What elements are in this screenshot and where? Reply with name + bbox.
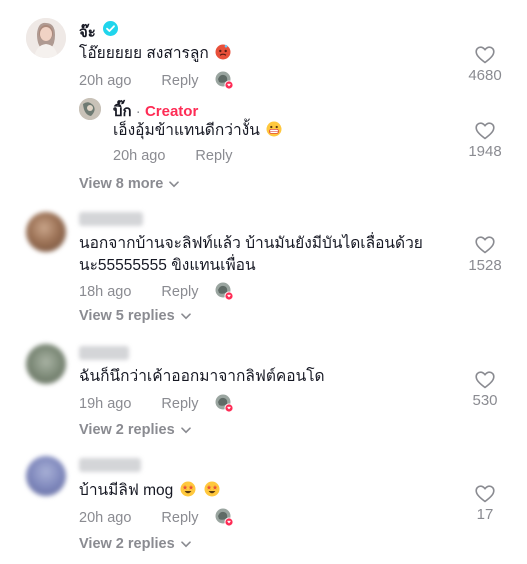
comment-text-line-2: นะ55555555 ขิงแทนเพื่อน <box>79 257 256 274</box>
chevron-down-icon <box>180 426 191 433</box>
creator-liked-avatar-icon <box>215 282 234 301</box>
avatar[interactable] <box>26 18 66 58</box>
heart-icon[interactable] <box>475 371 495 389</box>
view-more-button[interactable]: View 8 more <box>79 176 180 192</box>
avatar[interactable] <box>26 344 66 384</box>
like-area: 1528 <box>455 236 515 274</box>
chevron-down-icon <box>169 180 180 187</box>
avatar-photo-icon <box>26 18 66 58</box>
reply-author[interactable]: บิ๊ก <box>113 103 132 120</box>
comment-2: นอกจากบ้านจะลิฟท์แล้ว บ้านมันยังมีบันไดเ… <box>0 200 527 330</box>
creator-liked-avatar-icon <box>215 394 234 413</box>
view-replies-button[interactable]: View 2 replies <box>79 422 191 438</box>
heart-icon[interactable] <box>475 236 495 254</box>
view-replies-button[interactable]: View 2 replies <box>79 536 191 552</box>
like-area: 530 <box>455 371 515 409</box>
view-replies-label: View 2 replies <box>79 422 175 438</box>
reply-time: 20h ago <box>113 148 166 164</box>
comment-author[interactable]: จ๊ะ <box>79 20 96 44</box>
like-area: 17 <box>455 485 515 523</box>
creator-liked-avatar-icon <box>215 508 234 527</box>
reply-like-area: 1948 <box>455 122 515 160</box>
like-count: 17 <box>476 506 494 523</box>
starstruck-emoji <box>204 481 220 497</box>
avatar-photo-icon <box>79 98 101 120</box>
comment-text: โอ๊ยยยยย สงสารลูก <box>79 43 231 65</box>
comment-author-blurred[interactable] <box>79 212 143 226</box>
comment-text: บ้านมีลิฟ mog <box>79 480 220 502</box>
heart-icon[interactable] <box>475 122 495 140</box>
comment-text: นอกจากบ้านจะลิฟท์แล้ว บ้านมันยังมีบันไดเ… <box>79 233 423 277</box>
view-replies-label: View 5 replies <box>79 308 175 324</box>
like-area: 4680 <box>455 46 515 84</box>
comment-text-content: บ้านมีลิฟ mog <box>79 482 174 499</box>
comment-text-content: ฉันก็นึกว่าเค้าออกมาจากลิฟต์คอนโด <box>79 368 325 385</box>
comment-text: ฉันก็นึกว่าเค้าออกมาจากลิฟต์คอนโด <box>79 366 325 388</box>
reply-text: เอ็งอุ้มข้าแทนดีกว่างั้น <box>113 120 282 142</box>
like-count: 1528 <box>468 257 502 274</box>
reply-button[interactable]: Reply <box>161 396 198 412</box>
comment-time: 18h ago <box>79 283 132 300</box>
comment-author-blurred[interactable] <box>79 458 141 472</box>
chevron-down-icon <box>180 540 191 547</box>
comment-text-content: โอ๊ยยยยย สงสารลูก <box>79 45 209 62</box>
reply-avatar[interactable] <box>79 98 101 120</box>
comment-text-line-1: นอกจากบ้านจะลิฟท์แล้ว บ้านมันยังมีบันไดเ… <box>79 235 423 252</box>
view-replies-button[interactable]: View 5 replies <box>79 308 191 324</box>
separator-dot: · <box>135 103 141 120</box>
starstruck-emoji <box>180 481 196 497</box>
hot-face-emoji <box>215 44 231 60</box>
like-count: 1948 <box>468 143 502 160</box>
comment-3: ฉันก็นึกว่าเค้าออกมาจากลิฟต์คอนโด 19h ag… <box>0 330 527 442</box>
avatar[interactable] <box>26 456 66 496</box>
heart-icon[interactable] <box>475 46 495 64</box>
reply-meta: 20h ago Reply <box>113 148 249 164</box>
creator-liked-avatar-icon <box>215 71 234 90</box>
like-count: 530 <box>472 392 498 409</box>
heart-icon[interactable] <box>475 485 495 503</box>
comment-time: 20h ago <box>79 72 132 89</box>
chevron-down-icon <box>180 312 191 319</box>
comment-meta: 20h ago Reply <box>79 508 234 527</box>
grin-emoji <box>266 121 282 137</box>
comment-1: จ๊ะ โอ๊ยยยยย สงสารลูก 20h ago Reply 4680… <box>0 0 527 200</box>
reply-button[interactable]: Reply <box>161 73 198 89</box>
comment-meta: 20h ago Reply <box>79 71 234 90</box>
reply-button[interactable]: Reply <box>161 284 198 300</box>
creator-badge: Creator <box>144 103 199 120</box>
view-more-label: View 8 more <box>79 176 164 192</box>
avatar[interactable] <box>26 212 66 252</box>
comment-meta: 18h ago Reply <box>79 282 234 301</box>
verified-badge-icon <box>103 21 118 41</box>
comment-time: 20h ago <box>79 509 132 526</box>
comment-author-blurred[interactable] <box>79 346 129 360</box>
comment-4: บ้านมีลิฟ mog 20h ago Reply 17 View 2 re… <box>0 442 527 564</box>
comment-time: 19h ago <box>79 395 132 412</box>
like-count: 4680 <box>468 67 502 84</box>
view-replies-label: View 2 replies <box>79 536 175 552</box>
comment-meta: 19h ago Reply <box>79 394 234 413</box>
reply-text-content: เอ็งอุ้มข้าแทนดีกว่างั้น <box>113 122 260 139</box>
reply-button[interactable]: Reply <box>161 510 198 526</box>
reply-button[interactable]: Reply <box>195 148 232 164</box>
